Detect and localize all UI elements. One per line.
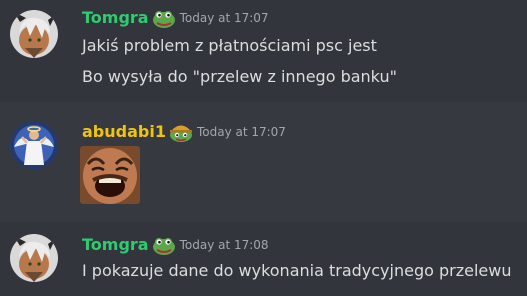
pepe-frog-helmet-badge-icon[interactable]	[169, 122, 193, 142]
pepe-frog-badge-icon[interactable]	[152, 235, 176, 255]
pepe-frog-badge-icon[interactable]	[152, 8, 176, 28]
message-group-abudabi1: abudabi1 Today at 17:07	[0, 102, 527, 222]
anime-character-avatar-icon	[10, 10, 58, 58]
username[interactable]: abudabi1	[82, 121, 166, 143]
message-group-tomgra-2: Tomgra Today at 17:08 I pokazuje dane do…	[0, 222, 527, 296]
avatar-abudabi1[interactable]	[10, 121, 58, 169]
chat-message-list: Tomgra Today at 17:07 Jakiś problem z pł…	[0, 0, 527, 296]
message-text: I pokazuje dane do wykonania tradycyjneg…	[82, 261, 512, 280]
username[interactable]: Tomgra	[82, 7, 149, 29]
anime-character-avatar-icon	[10, 234, 58, 282]
message-group-tomgra-1: Tomgra Today at 17:07 Jakiś problem z pł…	[0, 0, 527, 102]
angel-figure-avatar-icon	[10, 121, 58, 169]
message-text: Bo wysyła do "przelew z innego banku"	[82, 67, 397, 86]
username[interactable]: Tomgra	[82, 234, 149, 256]
message-header: Tomgra Today at 17:08	[82, 234, 269, 256]
timestamp[interactable]: Today at 17:07	[180, 7, 269, 29]
timestamp[interactable]: Today at 17:08	[180, 234, 269, 256]
message-text: Jakiś problem z płatnościami psc jest	[82, 36, 377, 55]
avatar-tomgra[interactable]	[10, 10, 58, 58]
message-header: abudabi1 Today at 17:07	[82, 121, 286, 143]
avatar-tomgra[interactable]	[10, 234, 58, 282]
laughing-man-emote-icon	[80, 146, 140, 204]
timestamp[interactable]: Today at 17:07	[197, 121, 286, 143]
message-header: Tomgra Today at 17:07	[82, 7, 269, 29]
laughing-emote[interactable]	[80, 146, 140, 204]
